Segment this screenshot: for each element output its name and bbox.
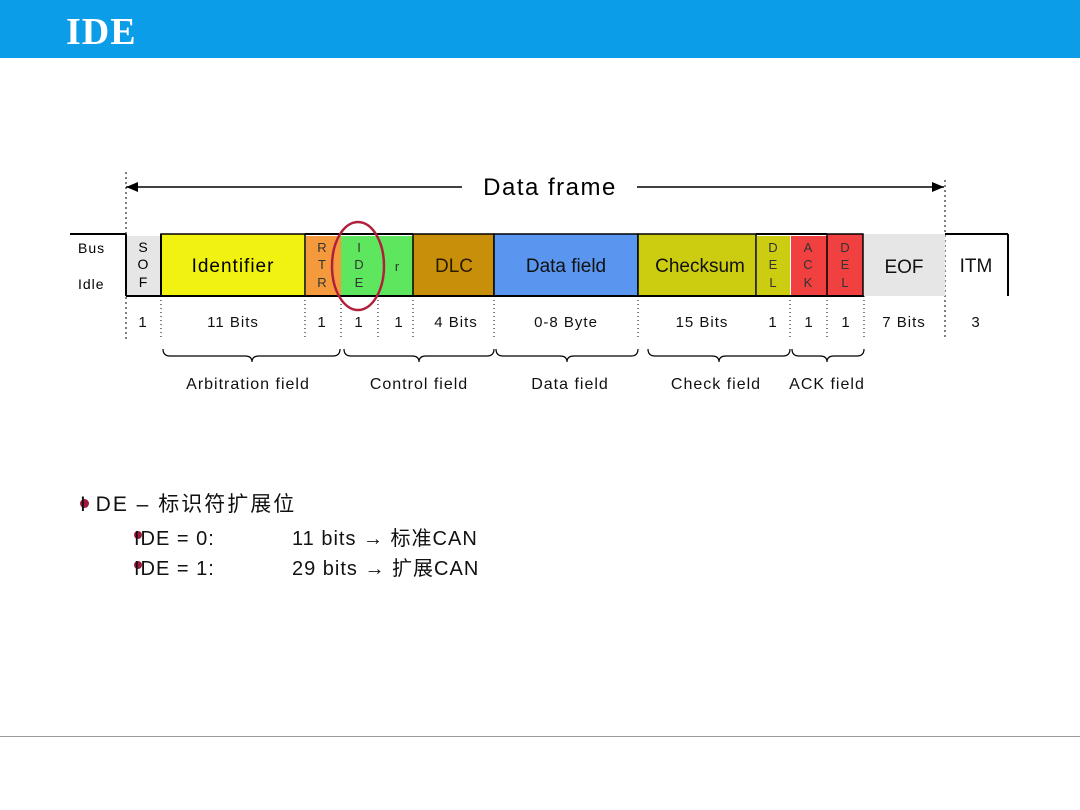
bullet-item-2-desc: 29 bits → 扩展CAN	[292, 558, 480, 580]
footer-divider	[0, 736, 1080, 737]
bullet-item-1-code: IDE = 0:	[134, 528, 215, 550]
bullet-item-2: IDE = 1: 29 bits → 扩展CAN	[134, 552, 479, 581]
bullet-item-1: IDE = 0: 11 bits → 标准CAN	[134, 522, 478, 551]
bullet-item-1-desc: 11 bits → 标准CAN	[292, 528, 478, 550]
bullet-list: I DE – 标识符扩展位 IDE = 0: 11 bits → 标准CAN ID…	[0, 0, 1080, 810]
bullet-item-2-code: IDE = 1:	[134, 558, 215, 580]
bullet-main: I DE – 标识符扩展位	[80, 493, 297, 516]
